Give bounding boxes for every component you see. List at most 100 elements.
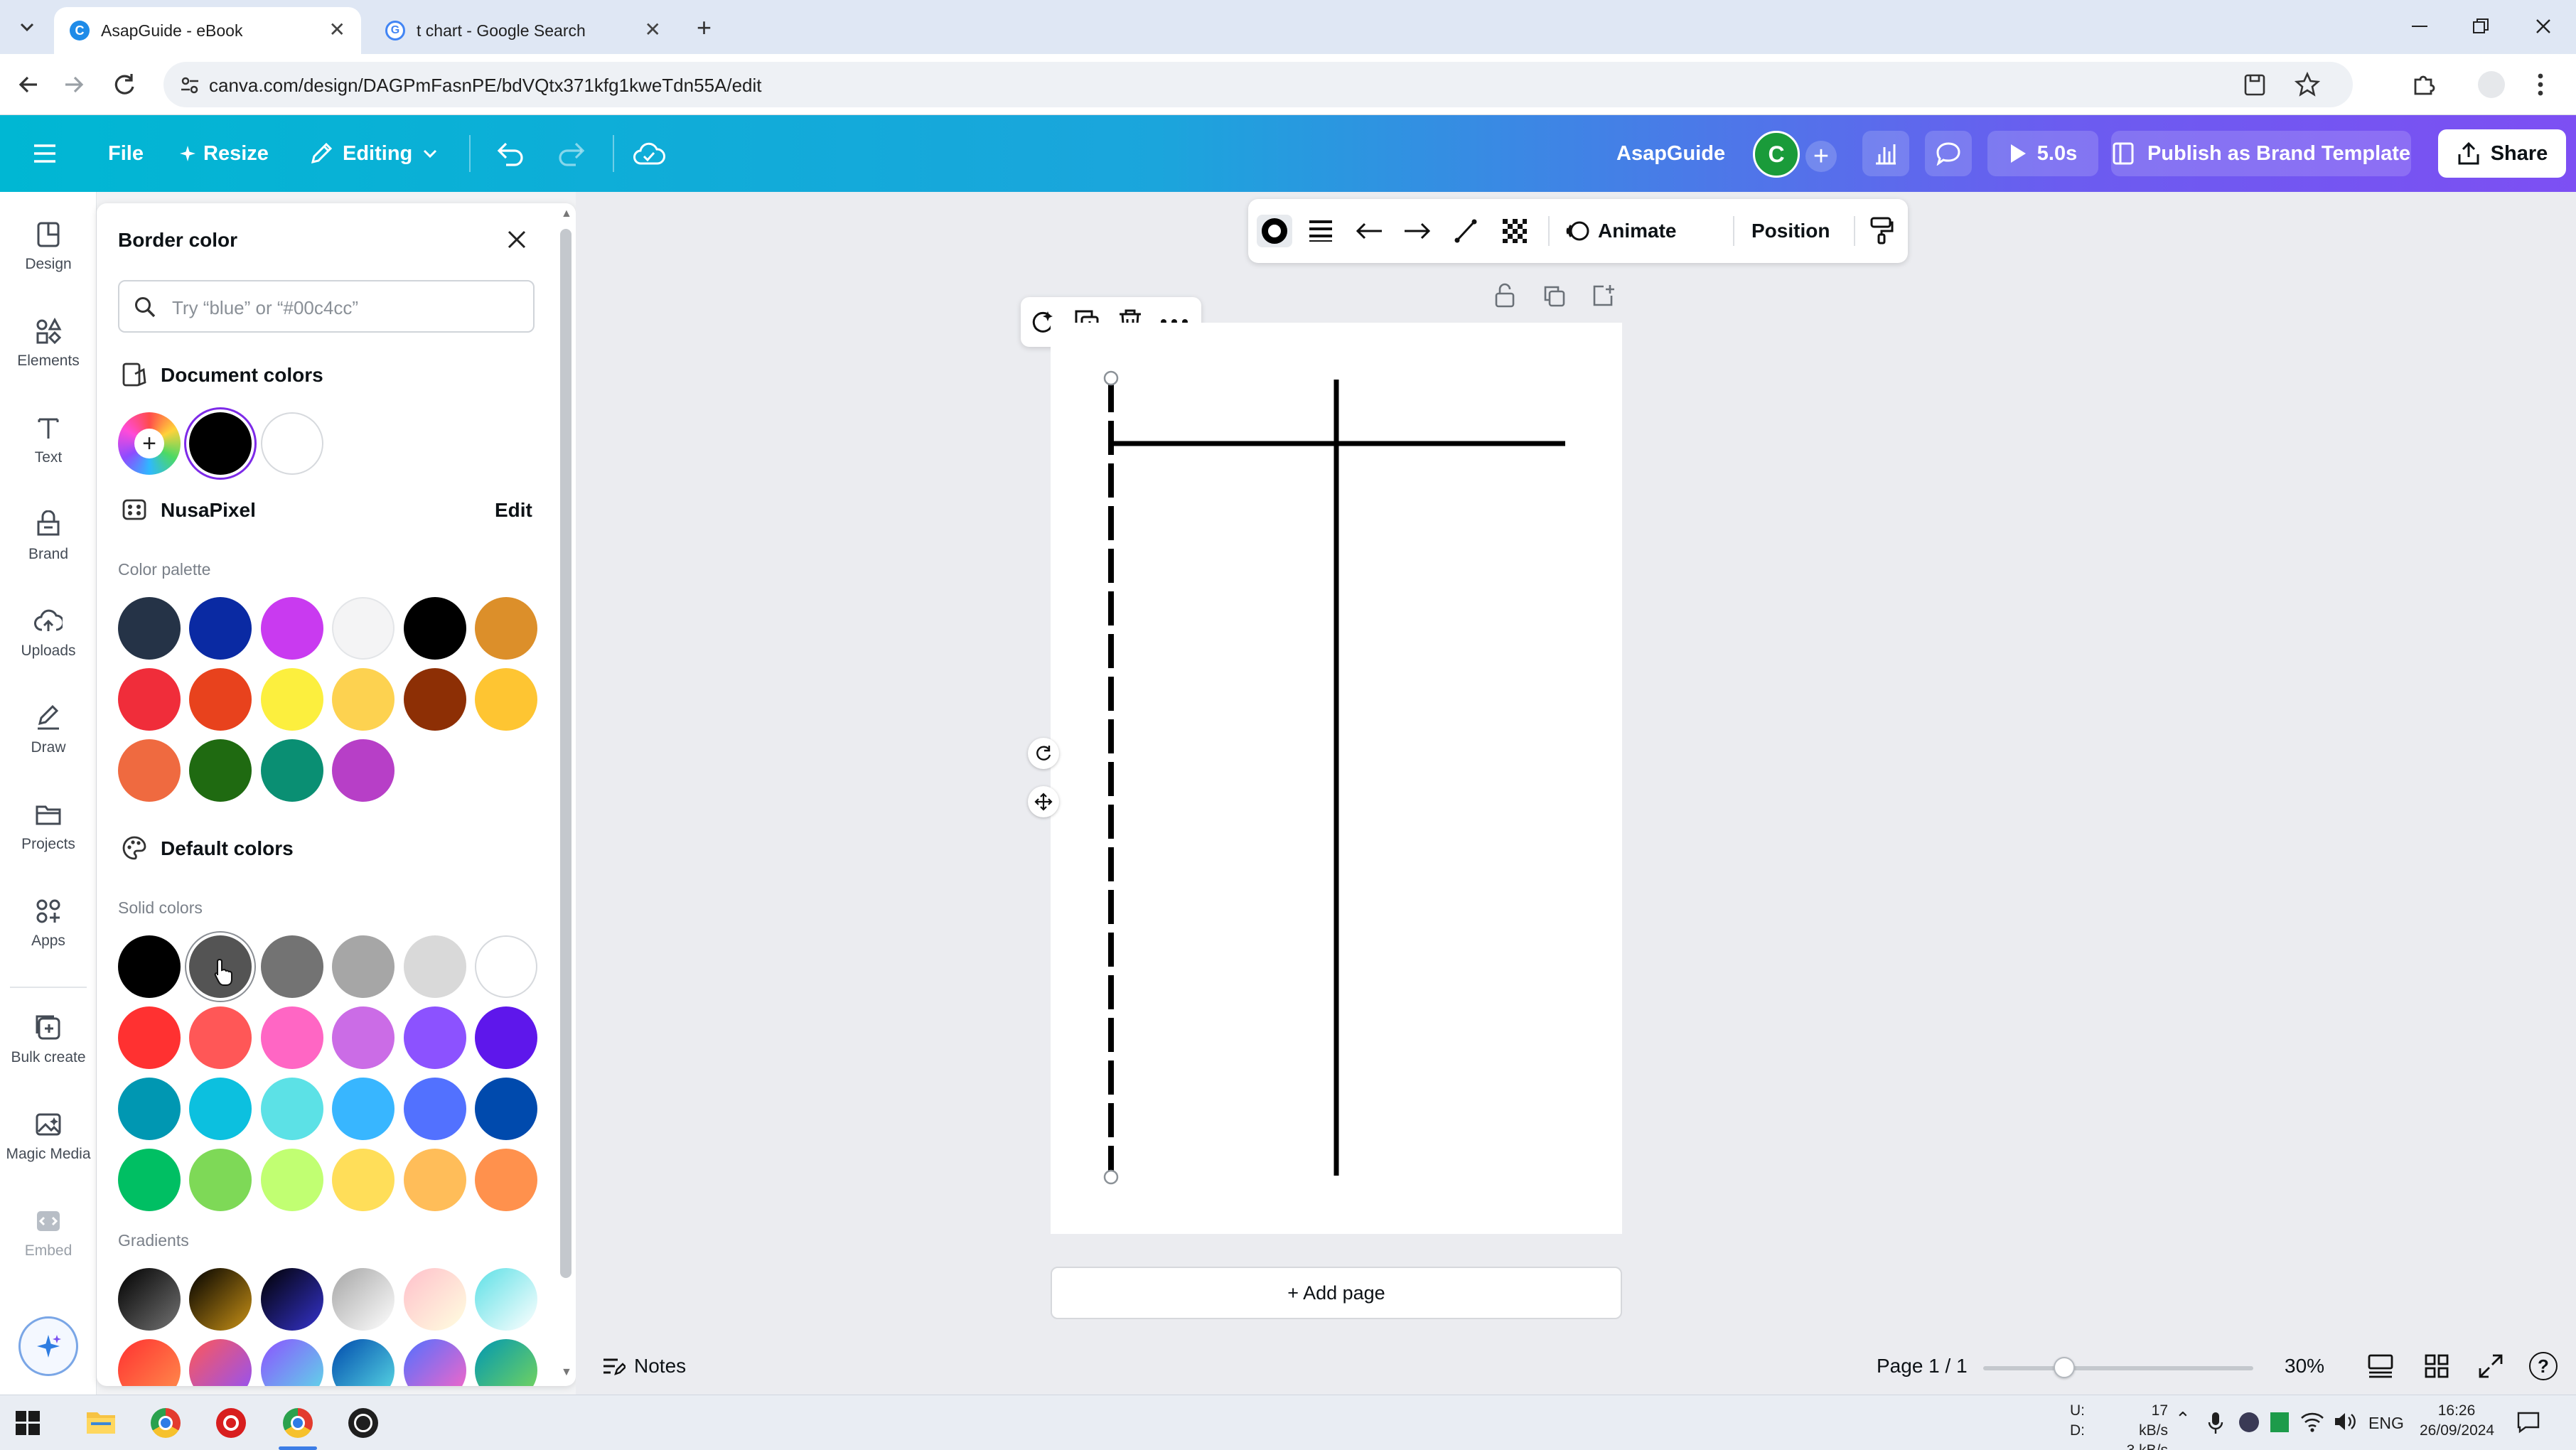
palette-color-swatch[interactable] [260, 668, 323, 731]
solid-color-swatch[interactable] [189, 1006, 252, 1069]
close-tab-icon[interactable]: ✕ [329, 20, 345, 40]
solid-color-swatch[interactable] [118, 935, 181, 998]
palette-color-swatch[interactable] [118, 739, 181, 802]
add-page-button[interactable]: + Add page [1051, 1267, 1622, 1319]
gradient-swatch[interactable] [403, 1268, 466, 1331]
gradient-swatch[interactable] [332, 1268, 395, 1331]
solid-color-swatch[interactable] [475, 935, 537, 998]
line-type-icon[interactable] [1453, 218, 1478, 245]
minimize-icon[interactable] [2398, 10, 2441, 43]
gradient-swatch[interactable] [189, 1268, 252, 1331]
solid-color-swatch[interactable] [118, 1149, 181, 1211]
clock[interactable]: 16:26 26/09/2024 [2420, 1401, 2494, 1441]
gradient-swatch[interactable] [118, 1268, 181, 1331]
solid-color-swatch[interactable] [475, 1149, 537, 1211]
palette-color-swatch[interactable] [332, 668, 395, 731]
palette-color-swatch[interactable] [403, 597, 466, 660]
gradient-swatch[interactable] [475, 1268, 537, 1331]
solid-color-swatch[interactable] [475, 1006, 537, 1069]
save-to-drive-icon[interactable] [2243, 72, 2266, 97]
obs-icon[interactable] [348, 1408, 378, 1438]
new-tab-icon[interactable]: + [697, 13, 712, 43]
palette-color-swatch[interactable] [118, 597, 181, 660]
line-start-handle[interactable] [1103, 370, 1119, 386]
palette-color-swatch[interactable] [332, 739, 395, 802]
rail-item-bulk-create[interactable]: Bulk create [0, 1014, 97, 1066]
add-color-button[interactable]: + [118, 412, 181, 475]
rail-item-magic-media[interactable]: Magic Media [0, 1110, 97, 1163]
screen-recorder-icon[interactable] [216, 1408, 246, 1438]
editing-mode-button[interactable]: Editing [308, 115, 438, 192]
solid-color-swatch[interactable] [403, 1006, 466, 1069]
publish-brand-template-button[interactable]: Publish as Brand Template [2111, 131, 2411, 176]
magic-assistant-button[interactable] [18, 1316, 78, 1376]
rail-item-elements[interactable]: Elements [0, 317, 97, 370]
page-indicator[interactable]: Page 1 / 1 [1877, 1355, 1968, 1378]
close-panel-icon[interactable] [506, 229, 527, 250]
solid-color-swatch[interactable] [260, 1078, 323, 1140]
windows-start-icon[interactable] [16, 1411, 40, 1435]
browser-tab-active[interactable]: C AsapGuide - eBook ✕ [54, 7, 361, 54]
volume-icon[interactable] [2333, 1411, 2357, 1432]
design-page[interactable] [1051, 323, 1622, 1234]
solid-color-swatch[interactable] [332, 1078, 395, 1140]
add-collaborator-icon[interactable]: + [1805, 141, 1837, 172]
chrome-icon[interactable] [151, 1408, 181, 1438]
browser-menu-icon[interactable] [2536, 71, 2545, 98]
scroll-up-icon[interactable]: ▲ [561, 208, 572, 220]
palette-color-swatch[interactable] [260, 597, 323, 660]
gradient-swatch[interactable] [403, 1339, 466, 1386]
help-icon[interactable]: ? [2529, 1352, 2558, 1380]
thumbnail-view-icon[interactable] [2367, 1353, 2394, 1379]
line-style-icon[interactable] [1308, 219, 1333, 243]
reload-icon[interactable] [111, 71, 138, 98]
color-search-input[interactable]: Try “blue” or “#00c4cc” [118, 280, 535, 333]
palette-color-swatch[interactable] [189, 739, 252, 802]
present-timer-button[interactable]: 5.0s [1987, 131, 2098, 176]
extensions-icon[interactable] [2410, 70, 2438, 98]
show-hidden-icons[interactable]: ⌃ [2175, 1408, 2191, 1430]
file-explorer-icon[interactable] [85, 1408, 117, 1436]
palette-color-swatch[interactable] [403, 668, 466, 731]
insights-icon[interactable] [1862, 131, 1909, 176]
palette-color-swatch[interactable] [260, 739, 323, 802]
back-icon[interactable] [16, 71, 43, 98]
url-field[interactable]: canva.com/design/DAGPmFasnPE/bdVQtx371kf… [163, 62, 2353, 107]
line-start-arrow-icon[interactable] [1355, 220, 1383, 242]
fullscreen-icon[interactable] [2478, 1353, 2503, 1379]
zoom-slider[interactable] [1983, 1357, 2253, 1378]
solid-color-swatch[interactable] [475, 1078, 537, 1140]
solid-color-swatch[interactable] [189, 1078, 252, 1140]
gradient-swatch[interactable] [118, 1339, 181, 1386]
rail-item-text[interactable]: Text [0, 414, 97, 466]
solid-color-swatch[interactable] [332, 935, 395, 998]
copy-style-icon[interactable] [1869, 216, 1894, 245]
browser-tab[interactable]: G t chart - Google Search ✕ [370, 7, 677, 54]
move-handle[interactable] [1028, 786, 1059, 817]
line-end-arrow-icon[interactable] [1403, 220, 1432, 242]
rail-item-embed[interactable]: Embed [0, 1207, 97, 1260]
main-menu-icon[interactable] [33, 115, 57, 192]
gradient-swatch[interactable] [189, 1339, 252, 1386]
lock-page-icon[interactable] [1493, 283, 1517, 308]
bookmark-star-icon[interactable] [2295, 72, 2320, 97]
tab-search-button[interactable] [14, 14, 40, 40]
transparency-icon[interactable] [1501, 218, 1528, 245]
gradient-swatch[interactable] [260, 1268, 323, 1331]
palette-color-swatch[interactable] [475, 668, 537, 731]
zoom-level[interactable]: 30% [2285, 1355, 2324, 1378]
palette-color-swatch[interactable] [475, 597, 537, 660]
share-button[interactable]: Share [2438, 129, 2566, 178]
line-end-handle[interactable] [1103, 1169, 1119, 1185]
document-color-swatch[interactable] [189, 412, 252, 475]
animate-button[interactable]: Animate [1565, 199, 1676, 263]
solid-color-swatch[interactable] [403, 1149, 466, 1211]
microphone-icon[interactable] [2208, 1411, 2223, 1435]
profile-avatar[interactable] [2478, 71, 2505, 98]
grid-view-icon[interactable] [2424, 1353, 2449, 1379]
close-window-icon[interactable] [2522, 10, 2565, 43]
collaborator-avatar[interactable]: C [1753, 131, 1800, 178]
comments-icon[interactable] [1925, 131, 1972, 176]
resize-button[interactable]: Resize [179, 115, 269, 192]
solid-color-swatch[interactable] [403, 1078, 466, 1140]
